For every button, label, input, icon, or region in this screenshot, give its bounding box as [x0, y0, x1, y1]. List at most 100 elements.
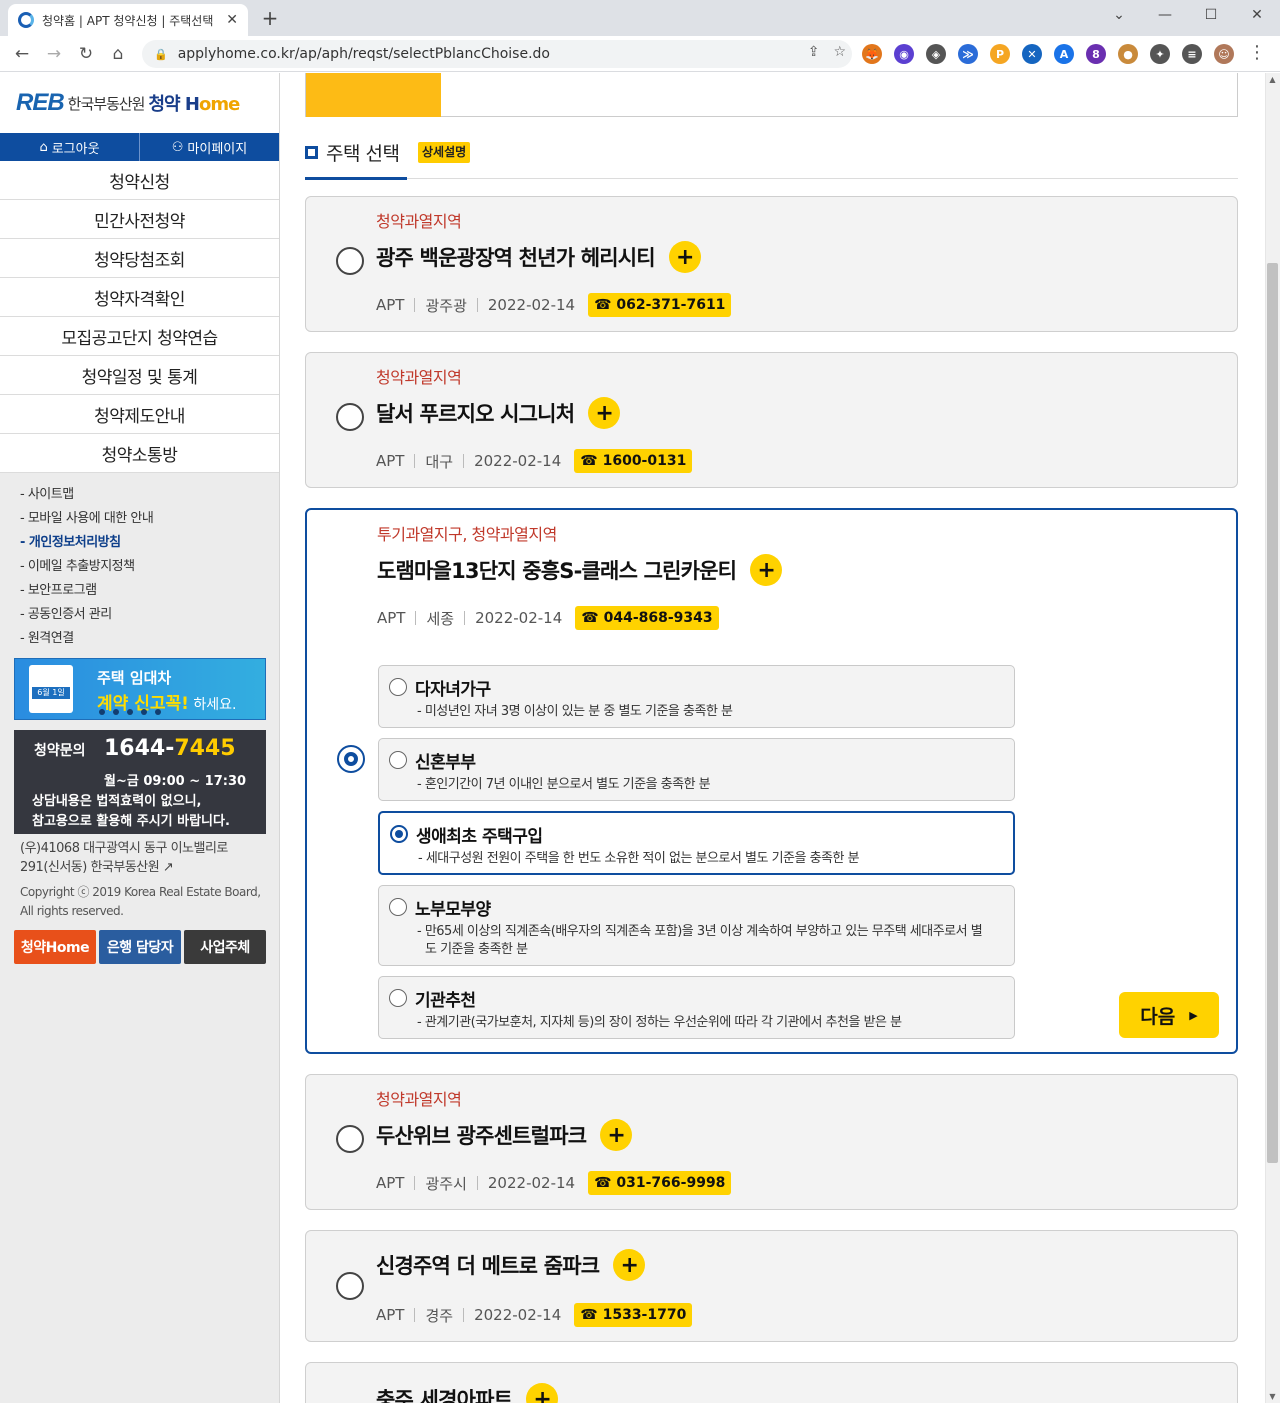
- minimize-button[interactable]: —: [1142, 0, 1188, 30]
- plus-icon[interactable]: +: [750, 554, 783, 586]
- next-button[interactable]: 다음 ▶: [1119, 992, 1219, 1038]
- sidebar-item-guide[interactable]: 청약제도안내: [0, 395, 279, 434]
- link-security-program[interactable]: - 보안프로그램: [20, 579, 279, 603]
- bookmark-star-icon[interactable]: ☆: [833, 44, 846, 60]
- listing-region: 투기과열지구, 청약과열지역: [377, 525, 557, 544]
- forward-button[interactable]: →: [42, 42, 66, 66]
- reload-button[interactable]: ↻: [74, 42, 98, 66]
- option-newlywed[interactable]: 신혼부부 - 혼인기간이 7년 이내인 분으로서 별도 기준을 충족한 분: [378, 738, 1015, 801]
- listing-radio[interactable]: [336, 247, 364, 275]
- chevron-extension-icon[interactable]: ≫: [958, 44, 978, 64]
- plus-icon[interactable]: +: [588, 397, 621, 429]
- listing-card-selected[interactable]: 투기과열지구, 청약과열지역 도램마을13단지 중흥S-클래스 그린카운티 + A…: [305, 508, 1238, 1054]
- puzzle-icon[interactable]: ✦: [1150, 44, 1170, 64]
- sidebar-item-schedule[interactable]: 청약일정 및 통계: [0, 356, 279, 395]
- listing-region: 청약과열지역: [376, 368, 462, 387]
- browser-menu-icon[interactable]: ⋮: [1248, 42, 1266, 63]
- listing-radio[interactable]: [336, 1125, 364, 1153]
- maximize-button[interactable]: ☐: [1188, 0, 1234, 30]
- browser-tab[interactable]: 청약홈 | APT 청약신청 | 주택선택 ✕: [8, 4, 248, 36]
- logout-button[interactable]: ⌂ 로그아웃: [0, 133, 139, 161]
- option-desc: - 관계기관(국가보훈처, 지자체 등)의 장이 정하는 우선순위에 따라 각 …: [417, 1015, 902, 1030]
- listing-area: 대구: [425, 452, 454, 471]
- listing-phone[interactable]: ☎ 062-371-7611: [588, 293, 732, 317]
- url-text[interactable]: applyhome.co.kr/ap/aph/reqst/selectPblan…: [178, 46, 550, 62]
- sidebar-item-winner-lookup[interactable]: 청약당첨조회: [0, 239, 279, 278]
- back-button[interactable]: ←: [10, 42, 34, 66]
- sidebar-item-apply[interactable]: 청약신청: [0, 161, 279, 200]
- link-privacy-policy[interactable]: - 개인정보처리방침: [20, 531, 279, 555]
- plus-icon[interactable]: +: [526, 1383, 559, 1403]
- close-window-button[interactable]: ✕: [1234, 0, 1280, 30]
- listing-type: APT: [376, 1174, 405, 1192]
- p-extension-icon[interactable]: P: [990, 44, 1010, 64]
- option-radio-selected[interactable]: [390, 825, 408, 843]
- listing-radio[interactable]: [336, 1272, 364, 1300]
- link-mobile-guide[interactable]: - 모바일 사용에 대한 안내: [20, 507, 279, 531]
- option-elderly-parent[interactable]: 노부모부양 - 만65세 이상의 직계존속(배우자의 직계존속 포함)을 3년 …: [378, 885, 1015, 966]
- lock-icon[interactable]: 🔒: [154, 48, 168, 61]
- plus-icon[interactable]: +: [668, 241, 701, 273]
- plus-icon[interactable]: +: [613, 1249, 646, 1281]
- scroll-thumb[interactable]: [1267, 263, 1278, 1163]
- listing-card[interactable]: 청약과열지역 광주 백운광장역 천년가 헤리시티 + APT 광주광 2022-0…: [305, 196, 1238, 332]
- scroll-up-icon[interactable]: ▲: [1268, 75, 1277, 84]
- option-desc: - 만65세 이상의 직계존속(배우자의 직계존속 포함)을 3년 이상 계속하…: [417, 924, 983, 957]
- listing-card[interactable]: 충주 세경아파트 +: [305, 1362, 1238, 1403]
- sidebar-item-community[interactable]: 청약소통방: [0, 434, 279, 473]
- listing-radio-selected[interactable]: [337, 745, 365, 773]
- bank-staff-button[interactable]: 은행 담당자: [99, 930, 181, 964]
- listing-phone[interactable]: ☎ 1533-1770: [574, 1303, 693, 1327]
- link-remote[interactable]: - 원격연결: [20, 627, 279, 651]
- banner-pager[interactable]: [99, 709, 161, 715]
- plus-icon[interactable]: +: [600, 1119, 633, 1151]
- cube-extension-icon[interactable]: 8: [1086, 44, 1106, 64]
- tab-search-icon[interactable]: ⌄: [1096, 0, 1142, 30]
- option-radio[interactable]: [389, 678, 407, 696]
- profile-avatar-icon[interactable]: ☺: [1214, 44, 1234, 64]
- listing-radio[interactable]: [336, 403, 364, 431]
- developer-button[interactable]: 사업주체: [184, 930, 266, 964]
- listing-phone[interactable]: ☎ 031-766-9998: [588, 1171, 732, 1195]
- lease-report-banner[interactable]: 6월 1일 주택 임대차 계약 신고꼭! 하세요.: [14, 658, 266, 720]
- section-header: 주택 선택 상세설명: [305, 139, 1238, 180]
- square-bullet-icon: [305, 146, 318, 159]
- link-sitemap[interactable]: - 사이트맵: [20, 483, 279, 507]
- option-first-home[interactable]: 생애최초 주택구입 - 세대구성원 전원이 주택을 한 번도 소유한 적이 없는…: [378, 811, 1015, 875]
- home-button[interactable]: ⌂: [106, 42, 130, 66]
- link-email-policy[interactable]: - 이메일 추출방지정책: [20, 555, 279, 579]
- banner-line1: 주택 임대차: [97, 669, 172, 687]
- mypage-button[interactable]: ⚇ 마이페이지: [139, 133, 279, 161]
- listing-card[interactable]: 신경주역 더 메트로 줌파크 + APT 경주 2022-02-14 ☎ 1533…: [305, 1230, 1238, 1342]
- translate-extension-icon[interactable]: A: [1054, 44, 1074, 64]
- x-extension-icon[interactable]: ✕: [1022, 44, 1042, 64]
- scroll-down-icon[interactable]: ▼: [1268, 1392, 1277, 1401]
- listing-card[interactable]: 청약과열지역 달서 푸르지오 시그니처 + APT 대구 2022-02-14 ☎…: [305, 352, 1238, 488]
- circle-extension-icon[interactable]: ◉: [894, 44, 914, 64]
- option-institution[interactable]: 기관추천 - 관계기관(국가보훈처, 지자체 등)의 장이 정하는 우선순위에 …: [378, 976, 1015, 1039]
- new-tab-button[interactable]: +: [258, 6, 282, 30]
- page-scrollbar[interactable]: ▲ ▼: [1265, 73, 1280, 1403]
- listing-card[interactable]: 청약과열지역 두산위브 광주센트럴파크 + APT 광주시 2022-02-14 …: [305, 1074, 1238, 1210]
- tab-close-icon[interactable]: ✕: [226, 12, 238, 28]
- share-icon[interactable]: ⇪: [808, 44, 820, 60]
- sidebar-item-practice[interactable]: 모집공고단지 청약연습: [0, 317, 279, 356]
- address-bar[interactable]: 🔒 applyhome.co.kr/ap/aph/reqst/selectPbl…: [142, 40, 852, 68]
- option-multi-child[interactable]: 다자녀가구 - 미성년인 자녀 3명 이상이 있는 분 중 별도 기준을 충족한…: [378, 665, 1015, 728]
- option-radio[interactable]: [389, 989, 407, 1007]
- listing-phone[interactable]: ☎ 044-868-9343: [575, 606, 719, 630]
- listing-phone[interactable]: ☎ 1600-0131: [574, 449, 693, 473]
- applyhome-button[interactable]: 청약Home: [14, 930, 96, 964]
- option-radio[interactable]: [389, 898, 407, 916]
- cookie-extension-icon[interactable]: ●: [1118, 44, 1138, 64]
- listing-date: 2022-02-14: [474, 452, 562, 470]
- detail-help-badge[interactable]: 상세설명: [418, 142, 471, 163]
- sidebar-item-pre-subscription[interactable]: 민간사전청약: [0, 200, 279, 239]
- site-logo[interactable]: REB 한국부동산원 청약 Home: [0, 73, 279, 133]
- fox-extension-icon[interactable]: 🦊: [862, 44, 882, 64]
- link-certificate[interactable]: - 공동인증서 관리: [20, 603, 279, 627]
- compass-extension-icon[interactable]: ◈: [926, 44, 946, 64]
- option-radio[interactable]: [389, 751, 407, 769]
- reading-list-icon[interactable]: ≡: [1182, 44, 1202, 64]
- sidebar-item-eligibility[interactable]: 청약자격확인: [0, 278, 279, 317]
